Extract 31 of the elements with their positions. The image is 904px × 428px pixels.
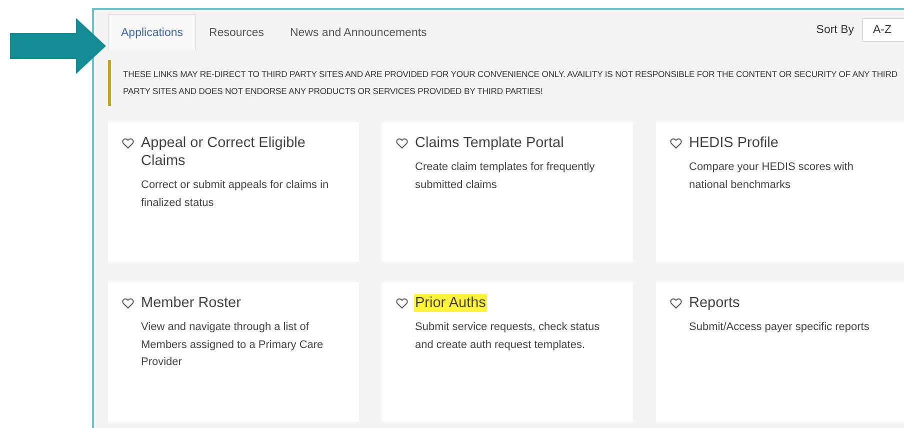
card-description: Correct or submit appeals for claims in finalized status — [141, 178, 330, 210]
tab[interactable]: Applications — [108, 14, 196, 50]
sort-label: Sort By — [816, 24, 854, 36]
sort-select[interactable]: A-Z — [862, 18, 904, 42]
card-description: Submit/Access payer specific reports — [689, 320, 870, 335]
card-title[interactable]: Member Roster — [140, 294, 242, 312]
tab[interactable]: News and Announcements — [276, 14, 440, 50]
disclaimer-notice: THESE LINKS MAY RE-DIRECT TO THIRD PARTY SITES AND ARE PROVIDED FOR YOUR CONVENIENCE ONLY. AVAILITY IS NOT RESPONSIBLE FOR THE CONTENT OR SECURITY OF ANY THIRD PARTY SITES AND DOES NOT ENDORSE ANY PRODUCTS OR SERVICES PROVIDED BY THIRD PARTIES! — [108, 60, 904, 106]
app-card[interactable]: Reports Submit/Access payer specific reports — [656, 282, 904, 422]
card-title[interactable]: Appeal or Correct Eligible Claims — [140, 134, 345, 170]
heart-icon[interactable] — [670, 298, 682, 309]
heart-icon[interactable] — [396, 138, 408, 149]
app-card[interactable]: Member Roster View and navigate through a list of Members assigned to a Primary Care Provider — [108, 282, 359, 422]
tab[interactable]: Resources — [196, 14, 277, 50]
card-description: Create claim templates for frequently submitted claims — [415, 160, 596, 192]
card-description: Submit service requests, check status and create auth request templates. — [415, 320, 601, 352]
app-card[interactable]: Claims Template Portal Create claim templates for frequently submitted claims — [382, 122, 633, 262]
heart-icon[interactable] — [670, 138, 682, 149]
app-card[interactable]: Prior Auths Submit service requests, check status and create auth request templates. — [382, 282, 633, 422]
card-title[interactable]: Reports — [688, 294, 741, 312]
heart-icon[interactable] — [122, 138, 134, 149]
app-card[interactable]: HEDIS Profile Compare your HEDIS scores with national benchmarks — [656, 122, 904, 262]
card-title[interactable]: Claims Template Portal — [414, 134, 565, 152]
card-title[interactable]: Prior Auths — [414, 294, 487, 312]
card-description: Compare your HEDIS scores with national benchmarks — [689, 160, 854, 192]
heart-icon[interactable] — [122, 298, 134, 309]
arrow-icon — [10, 18, 106, 74]
app-card[interactable]: Appeal or Correct Eligible Claims Correct or submit appeals for claims in finalized status — [108, 122, 359, 262]
card-description: View and navigate through a list of Members assigned to a Primary Care Provider — [141, 320, 324, 370]
heart-icon[interactable] — [396, 298, 408, 309]
card-title[interactable]: HEDIS Profile — [688, 134, 780, 152]
